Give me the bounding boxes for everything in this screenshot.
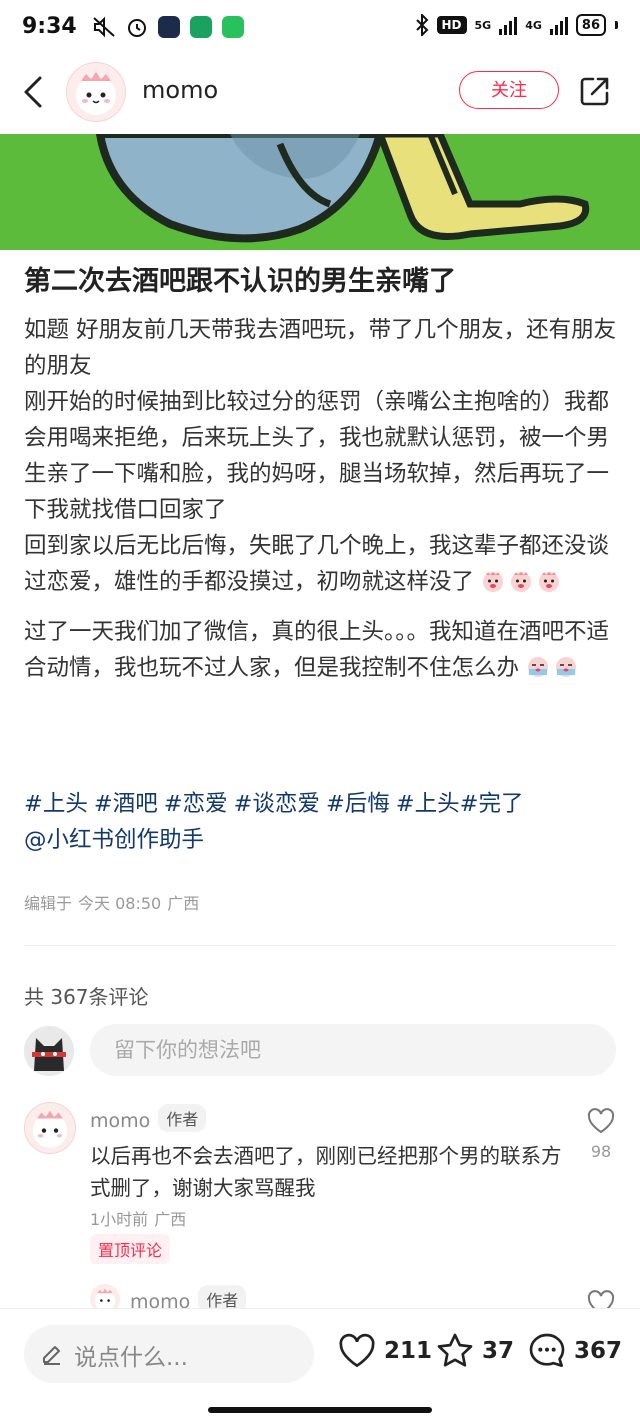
comment-like-count: 98: [590, 1142, 612, 1161]
comment-text[interactable]: 以后再也不会去酒吧了，刚刚已经把那个男的联系方式删了，谢谢大家骂醒我: [90, 1140, 570, 1204]
mute-icon: [93, 16, 115, 38]
hashtag-link[interactable]: #谈恋爱: [234, 791, 320, 817]
say-something-input[interactable]: 说点什么...: [24, 1325, 314, 1383]
bluetooth-icon: [415, 14, 428, 36]
tears-emoji-icon: [528, 657, 549, 677]
like-button[interactable]: 211: [336, 1331, 432, 1371]
mention-link[interactable]: @小红书创作助手: [24, 827, 204, 853]
comment-time: 1小时前: [90, 1210, 149, 1229]
post-title: 第二次去酒吧跟不认识的男生亲嘴了: [24, 266, 456, 297]
back-icon[interactable]: [20, 74, 48, 110]
battery-icon: 86: [575, 14, 606, 36]
star-count: 37: [482, 1338, 515, 1364]
home-indicator[interactable]: [208, 1407, 432, 1413]
post-meta: 编辑于 今天 08:50 广西: [24, 890, 205, 914]
comment-count: 共 367条评论: [24, 985, 149, 1009]
author-name[interactable]: momo: [142, 76, 218, 104]
follow-button[interactable]: 关注: [459, 71, 559, 109]
share-icon[interactable]: [578, 74, 612, 108]
alarm-icon: [128, 19, 146, 37]
comment-bubble-icon: [529, 1333, 565, 1367]
edited-label: 编辑于: [24, 894, 73, 913]
comment-author[interactable]: momo 作者: [90, 1104, 207, 1132]
status-right: HD 5G 4G 86: [415, 14, 618, 36]
status-time: 9:34: [22, 14, 77, 39]
post-paragraph: 回到家以后无比后悔，失眠了几个晚上，我这辈子都还没谈过恋爱，雄性的手都没摸过，初…: [24, 528, 620, 600]
post-location: 广西: [167, 894, 200, 913]
hd-badge: HD: [436, 16, 467, 34]
like-heart-icon[interactable]: [586, 1106, 616, 1136]
post-tags: #上头 #酒吧 #恋爱 #谈恋爱 #后悔 #上头#完了 @小红书创作助手: [24, 786, 624, 858]
post-header: momo 关注: [0, 56, 640, 134]
avatar-face-icon: [32, 1110, 68, 1148]
emoji-group: [519, 655, 582, 681]
pinned-badge: 置顶评论: [90, 1234, 171, 1264]
my-avatar: [24, 1026, 74, 1076]
notification-icons: [92, 16, 244, 38]
pencil-icon: [43, 1346, 60, 1365]
collect-button[interactable]: 37: [434, 1331, 514, 1371]
comment-meta: 1小时前 广西: [90, 1206, 192, 1230]
author-avatar[interactable]: [66, 62, 126, 122]
emoji-group: [474, 569, 565, 595]
hashtag-link[interactable]: #恋爱: [164, 791, 228, 817]
hashtag-link[interactable]: #酒吧: [94, 791, 158, 817]
hashtag-link[interactable]: #上头: [396, 791, 460, 817]
hashtag-link[interactable]: #上头: [24, 791, 88, 817]
cartoon-image: [0, 134, 640, 250]
app-notification-icon: [222, 16, 244, 38]
edited-time: 今天 08:50: [78, 894, 162, 913]
post-paragraph: 过了一天我们加了微信，真的很上头。。。我知道在酒吧不适合动情，我也玩不过人家，但…: [24, 614, 620, 686]
cat-avatar-icon: [24, 1026, 74, 1076]
battery-level: 86: [581, 17, 600, 33]
bottom-action-bar: 说点什么... 211 37 367: [0, 1308, 640, 1423]
hashtag-link[interactable]: #完了: [460, 791, 524, 817]
like-count: 211: [384, 1338, 433, 1364]
post-paragraph: 刚开始的时候抽到比较过分的惩罚（亲嘴公主抱啥的）我都会用喝来拒绝，后来玩上头了，…: [24, 389, 610, 523]
comment-count-bottom: 367: [574, 1338, 623, 1364]
post-paragraph: 如题 好朋友前几天带我去酒吧玩，带了几个朋友，还有朋友的朋友: [24, 317, 617, 379]
star-icon: [437, 1333, 473, 1367]
crying-emoji-icon: [483, 572, 504, 592]
tears-emoji-icon: [556, 657, 577, 677]
comment-author-name[interactable]: momo: [90, 1110, 150, 1132]
app-notification-icon: [190, 16, 212, 38]
signal-icon: [499, 15, 518, 35]
status-bar: 9:34 HD 5G 4G 86: [0, 0, 640, 56]
comment-avatar[interactable]: [24, 1102, 76, 1154]
divider: [24, 945, 616, 946]
say-placeholder: 说点什么...: [74, 1345, 188, 1371]
comment-location: 广西: [154, 1210, 187, 1229]
post-image[interactable]: [0, 134, 640, 250]
network-label-4g: 4G: [525, 18, 542, 32]
author-badge: 作者: [158, 1104, 207, 1132]
crying-emoji-icon: [511, 572, 532, 592]
comment-button[interactable]: 367: [526, 1331, 622, 1371]
heart-icon: [339, 1333, 375, 1368]
app-notification-icon: [158, 16, 180, 38]
post-body: 如题 好朋友前几天带我去酒吧玩，带了几个朋友，还有朋友的朋友 刚开始的时候抽到比…: [24, 312, 620, 686]
avatar-face-icon: [76, 72, 116, 115]
hashtag-link[interactable]: #后悔: [326, 791, 390, 817]
network-label-5g: 5G: [474, 18, 492, 32]
crying-emoji-icon: [539, 572, 560, 592]
signal-icon: [549, 15, 568, 35]
comment-input[interactable]: 留下你的想法吧: [90, 1024, 616, 1076]
